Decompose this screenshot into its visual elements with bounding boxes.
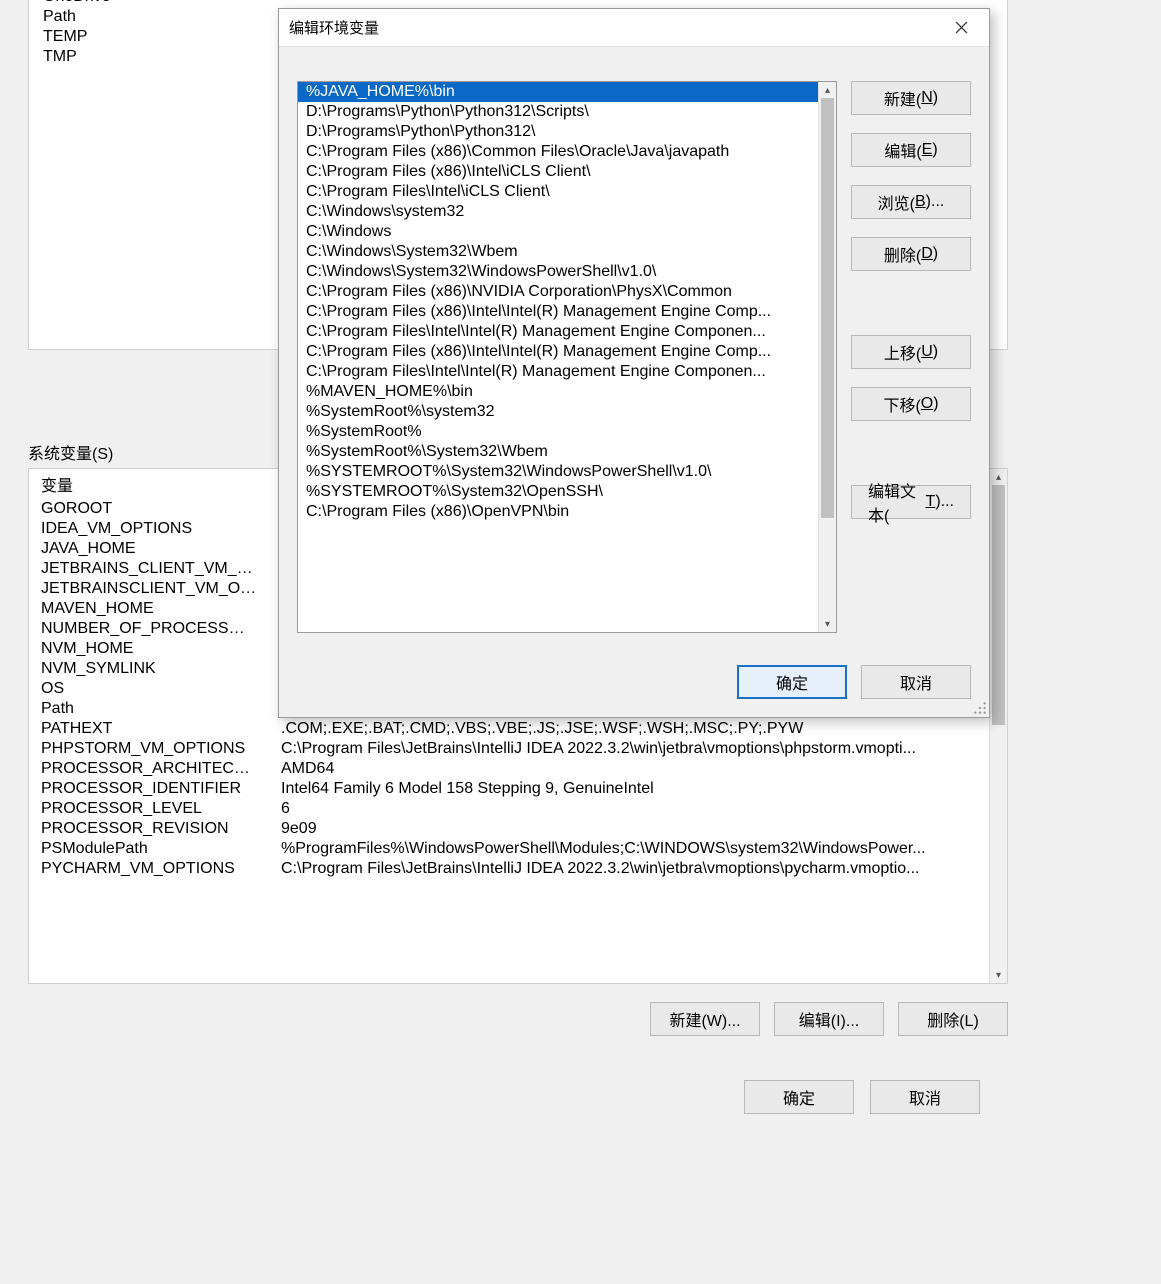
dialog-side-buttons: 新建(N) 编辑(E) 浏览(B)... 删除(D) 上移(U) 下移(O) 编… [851,81,971,519]
dialog-titlebar[interactable]: 编辑环境变量 [279,9,989,47]
sysvar-value[interactable]: Intel64 Family 6 Model 158 Stepping 9, G… [269,779,1007,799]
path-entry[interactable]: C:\Windows\System32\Wbem [298,242,818,262]
delete-sysvar-button[interactable]: 删除(L) [898,1002,1008,1036]
sysvar-name[interactable]: MAVEN_HOME [29,599,269,619]
scroll-up-arrow-icon[interactable]: ▴ [819,82,836,98]
cancel-button[interactable]: 取消 [861,665,971,699]
sysvar-name[interactable]: NUMBER_OF_PROCESSORS [29,619,269,639]
new-sysvar-button[interactable]: 新建(W)... [650,1002,760,1036]
sysvar-value[interactable]: 6 [269,799,1007,819]
path-entry[interactable]: %JAVA_HOME%\bin [298,82,818,102]
path-entry[interactable]: C:\Windows\System32\WindowsPowerShell\v1… [298,262,818,282]
sysvar-name[interactable]: IDEA_VM_OPTIONS [29,519,269,539]
path-entry[interactable]: %SYSTEMROOT%\System32\WindowsPowerShell\… [298,462,818,482]
delete-entry-button[interactable]: 删除(D) [851,237,971,271]
sysvar-name[interactable]: PROCESSOR_REVISION [29,819,269,839]
sysvar-value[interactable]: AMD64 [269,759,1007,779]
scrollbar-vertical[interactable]: ▴ ▾ [989,469,1007,983]
edit-entry-button[interactable]: 编辑(E) [851,133,971,167]
sysvar-name[interactable]: JAVA_HOME [29,539,269,559]
envvars-okcancel-row: 确定 取消 [0,1080,1000,1114]
sysvar-name[interactable]: OS [29,679,269,699]
sysvar-name[interactable]: PYCHARM_VM_OPTIONS [29,859,269,879]
sysvar-name[interactable]: Path [29,699,269,719]
path-entry[interactable]: D:\Programs\Python\Python312\Scripts\ [298,102,818,122]
move-up-button[interactable]: 上移(U) [851,335,971,369]
dialog-title: 编辑环境变量 [289,17,379,38]
edit-text-button[interactable]: 编辑文本(T)... [851,485,971,519]
path-entry[interactable]: C:\Program Files\Intel\iCLS Client\ [298,182,818,202]
edit-env-var-dialog: 编辑环境变量 %JAVA_HOME%\binD:\Programs\Python… [278,8,990,718]
scroll-up-arrow-icon[interactable]: ▴ [990,469,1007,485]
ok-button[interactable]: 确定 [737,665,847,699]
path-entry[interactable]: %SystemRoot%\system32 [298,402,818,422]
path-entry[interactable]: %MAVEN_HOME%\bin [298,382,818,402]
path-entry[interactable]: %SystemRoot%\System32\Wbem [298,442,818,462]
path-entry[interactable]: D:\Programs\Python\Python312\ [298,122,818,142]
sysvar-name[interactable]: JETBRAINSCLIENT_VM_OP... [29,579,269,599]
system-vars-button-row: 新建(W)... 编辑(I)... 删除(L) [28,1002,1008,1036]
sysvar-value[interactable]: %ProgramFiles%\WindowsPowerShell\Modules… [269,839,1007,859]
path-entry[interactable]: C:\Windows\system32 [298,202,818,222]
sysvar-value[interactable]: C:\Program Files\JetBrains\IntelliJ IDEA… [269,739,1007,759]
path-entry[interactable]: C:\Program Files (x86)\NVIDIA Corporatio… [298,282,818,302]
sysvar-name[interactable]: PROCESSOR_LEVEL [29,799,269,819]
resize-grip-icon[interactable] [973,701,987,715]
path-entry[interactable]: %SYSTEMROOT%\System32\OpenSSH\ [298,482,818,502]
path-entries-listbox[interactable]: %JAVA_HOME%\binD:\Programs\Python\Python… [297,81,837,633]
dialog-okcancel-row: 确定 取消 [737,665,971,699]
move-down-button[interactable]: 下移(O) [851,387,971,421]
edit-sysvar-button[interactable]: 编辑(I)... [774,1002,884,1036]
sysvar-name[interactable]: GOROOT [29,499,269,519]
sysvar-name[interactable]: PROCESSOR_IDENTIFIER [29,779,269,799]
path-entry[interactable]: C:\Windows [298,222,818,242]
scroll-down-arrow-icon[interactable]: ▾ [990,967,1007,983]
system-vars-label: 系统变量(S) [28,440,113,464]
path-entry[interactable]: C:\Program Files (x86)\Common Files\Orac… [298,142,818,162]
scroll-down-arrow-icon[interactable]: ▾ [819,616,836,632]
path-entry[interactable]: C:\Program Files\Intel\Intel(R) Manageme… [298,362,818,382]
path-entry[interactable]: C:\Program Files (x86)\Intel\Intel(R) Ma… [298,302,818,322]
sysvar-name[interactable]: PATHEXT [29,719,269,739]
sysvar-name[interactable]: NVM_SYMLINK [29,659,269,679]
sysvar-name[interactable]: PROCESSOR_ARCHITECTURE [29,759,269,779]
browse-button[interactable]: 浏览(B)... [851,185,971,219]
path-entry[interactable]: C:\Program Files (x86)\Intel\Intel(R) Ma… [298,342,818,362]
path-entry[interactable]: C:\Program Files (x86)\Intel\iCLS Client… [298,162,818,182]
sysvar-name[interactable]: NVM_HOME [29,639,269,659]
column-header-name[interactable]: 变量 [29,469,269,499]
close-button[interactable] [943,14,979,42]
user-var-item[interactable]: OneDrive [33,0,1003,7]
path-entry[interactable]: C:\Program Files (x86)\OpenVPN\bin [298,502,818,522]
sysvar-value[interactable]: .COM;.EXE;.BAT;.CMD;.VBS;.VBE;.JS;.JSE;.… [269,719,1007,739]
sysvar-value[interactable]: C:\Program Files\JetBrains\IntelliJ IDEA… [269,859,1007,879]
sysvar-name[interactable]: PHPSTORM_VM_OPTIONS [29,739,269,759]
sysvar-name[interactable]: PSModulePath [29,839,269,859]
path-entry[interactable]: C:\Program Files\Intel\Intel(R) Manageme… [298,322,818,342]
sysvar-value[interactable]: 9e09 [269,819,1007,839]
close-icon [955,21,968,34]
sysvar-name[interactable]: JETBRAINS_CLIENT_VM_OP... [29,559,269,579]
new-entry-button[interactable]: 新建(N) [851,81,971,115]
scrollbar-thumb[interactable] [992,485,1005,725]
scrollbar-thumb[interactable] [821,98,834,518]
scrollbar-vertical[interactable]: ▴ ▾ [818,82,836,632]
envvars-cancel-button[interactable]: 取消 [870,1080,980,1114]
path-entry[interactable]: %SystemRoot% [298,422,818,442]
envvars-ok-button[interactable]: 确定 [744,1080,854,1114]
